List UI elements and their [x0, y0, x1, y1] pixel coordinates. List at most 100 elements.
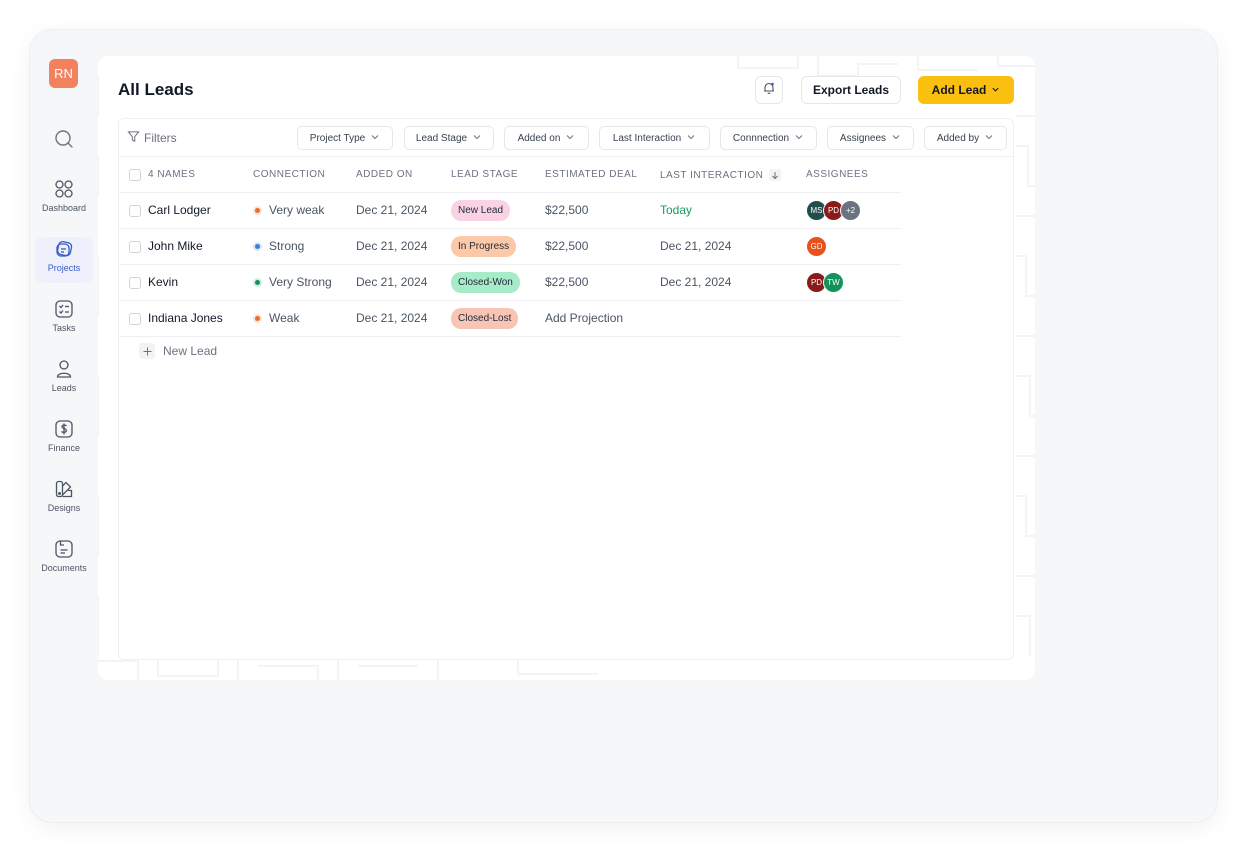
user-icon: [54, 359, 74, 379]
filter-assignees[interactable]: Assignees: [827, 126, 914, 150]
chevron-down-icon: [984, 132, 994, 145]
sidebar-item-documents[interactable]: Documents: [35, 537, 93, 583]
column-header-lead-stage[interactable]: LEAD STAGE: [451, 169, 518, 180]
status-badge[interactable]: Closed-Lost: [451, 308, 519, 329]
status-badge[interactable]: In Progress: [451, 236, 517, 257]
connection-label: Weak: [269, 311, 300, 325]
row-checkbox[interactable]: [129, 277, 141, 289]
assignees-cell[interactable]: GD: [806, 236, 827, 257]
filters-button[interactable]: Filters: [127, 130, 177, 146]
assignees-cell[interactable]: MS PD +2: [806, 200, 861, 221]
deal-cell: $22,500: [545, 203, 589, 217]
add-lead-button[interactable]: Add Lead: [918, 76, 1014, 104]
assignees-cell[interactable]: PD TW: [806, 272, 844, 293]
filter-icon: [127, 130, 140, 146]
lead-name[interactable]: Kevin: [148, 275, 178, 289]
added-on-cell: Dec 21, 2024: [356, 239, 428, 253]
filter-chip-label: Added on: [517, 132, 561, 144]
sidebar-item-designs[interactable]: Designs: [35, 477, 93, 523]
add-projection-link[interactable]: Add Projection: [545, 311, 623, 325]
filter-last-interaction[interactable]: Last Interaction: [599, 126, 710, 150]
sidebar-item-finance[interactable]: Finance: [35, 417, 93, 463]
sidebar-item-tasks[interactable]: Tasks: [35, 297, 93, 343]
lead-name[interactable]: John Mike: [148, 239, 203, 253]
row-checkbox[interactable]: [129, 205, 141, 217]
chevron-down-icon: [991, 83, 1000, 97]
filters-bar: Filters Project Type Lead Stage Added on…: [119, 119, 1013, 157]
sidebar-item-dashboard[interactable]: Dashboard: [35, 177, 93, 223]
sidebar-item-projects[interactable]: Projects: [35, 237, 93, 283]
connection-dot-icon: [253, 277, 262, 287]
row-checkbox[interactable]: [129, 241, 141, 253]
column-header-last-interaction[interactable]: LAST INTERACTION: [660, 169, 782, 181]
chevron-down-icon: [472, 132, 482, 145]
column-header-estimated-deal[interactable]: ESTIMATED DEAL: [545, 169, 637, 180]
new-lead-button[interactable]: New Lead: [139, 343, 217, 359]
table-row[interactable]: John Mike Strong Dec 21, 2024 In Progres…: [119, 229, 901, 265]
avatar-overflow-count: +2: [840, 200, 861, 221]
notification-button[interactable]: [755, 76, 783, 104]
lead-name[interactable]: Carl Lodger: [148, 203, 211, 217]
row-checkbox[interactable]: [129, 313, 141, 325]
filter-added-by[interactable]: Added by: [924, 126, 1007, 150]
select-all-checkbox[interactable]: [129, 169, 141, 181]
filter-chip-label: Last Interaction: [612, 132, 682, 144]
filter-chip-label: Connnection: [732, 132, 790, 144]
chevron-down-icon: [891, 132, 901, 145]
table-header: 4 NAMES CONNECTION ADDED ON LEAD STAGE E…: [119, 157, 901, 193]
plus-icon: [139, 343, 155, 359]
sidebar-item-label: Dashboard: [41, 203, 87, 213]
document-icon: [54, 539, 74, 559]
page-title: All Leads: [118, 80, 194, 99]
connection-label: Strong: [269, 239, 305, 253]
dollar-icon: [54, 419, 74, 439]
added-on-cell: Dec 21, 2024: [356, 311, 428, 325]
table-row[interactable]: Kevin Very Strong Dec 21, 2024 Closed-Wo…: [119, 265, 901, 301]
chevron-down-icon: [686, 132, 696, 145]
added-on-cell: Dec 21, 2024: [356, 275, 428, 289]
filter-chip-label: Lead Stage: [415, 132, 468, 144]
deal-cell: $22,500: [545, 275, 589, 289]
filter-added-on[interactable]: Added on: [504, 126, 589, 150]
search-icon[interactable]: [53, 128, 75, 150]
filter-connection[interactable]: Connnection: [720, 126, 817, 150]
lead-name[interactable]: Indiana Jones: [148, 311, 223, 325]
avatar: GD: [806, 236, 827, 257]
avatar: TW: [823, 272, 844, 293]
filter-lead-stage[interactable]: Lead Stage: [404, 126, 494, 150]
column-header-assignees[interactable]: ASSIGNEES: [806, 169, 868, 180]
status-badge[interactable]: Closed-Won: [451, 272, 520, 293]
sort-down-icon[interactable]: [769, 169, 782, 181]
table-row[interactable]: Indiana Jones Weak Dec 21, 2024 Closed-L…: [119, 301, 901, 337]
column-header-names[interactable]: 4 NAMES: [148, 169, 195, 180]
status-badge[interactable]: New Lead: [451, 200, 511, 221]
chevron-down-icon: [565, 132, 575, 145]
add-lead-label: Add Lead: [931, 83, 987, 97]
sidebar-item-label: Leads: [51, 383, 77, 393]
filter-project-type[interactable]: Project Type: [297, 126, 393, 150]
last-interaction-cell: Dec 21, 2024: [660, 275, 732, 289]
designs-icon: [54, 479, 74, 499]
export-leads-button[interactable]: Export Leads: [801, 76, 901, 104]
sidebar-item-leads[interactable]: Leads: [35, 357, 93, 403]
user-avatar[interactable]: RN: [49, 59, 78, 88]
deal-cell: $22,500: [545, 239, 589, 253]
column-header-connection[interactable]: CONNECTION: [253, 169, 325, 180]
sidebar-item-label: Designs: [47, 503, 81, 513]
connection-dot-icon: [253, 313, 262, 323]
connection-cell: Strong: [253, 239, 304, 253]
added-on-cell: Dec 21, 2024: [356, 203, 428, 217]
connection-label: Very weak: [269, 203, 325, 217]
table-row[interactable]: Carl Lodger Very weak Dec 21, 2024 New L…: [119, 193, 901, 229]
filters-label: Filters: [144, 131, 177, 145]
grid-icon: [54, 179, 74, 199]
chevron-down-icon: [370, 132, 380, 145]
connection-dot-icon: [253, 241, 262, 251]
column-header-label: LAST INTERACTION: [660, 169, 764, 181]
connection-cell: Weak: [253, 311, 299, 325]
sidebar-item-label: Tasks: [52, 323, 76, 333]
column-header-added-on[interactable]: ADDED ON: [356, 169, 413, 180]
sidebar-item-label: Documents: [41, 563, 87, 573]
filter-chip-label: Project Type: [309, 132, 366, 144]
sidebar-item-label: Finance: [47, 443, 81, 453]
